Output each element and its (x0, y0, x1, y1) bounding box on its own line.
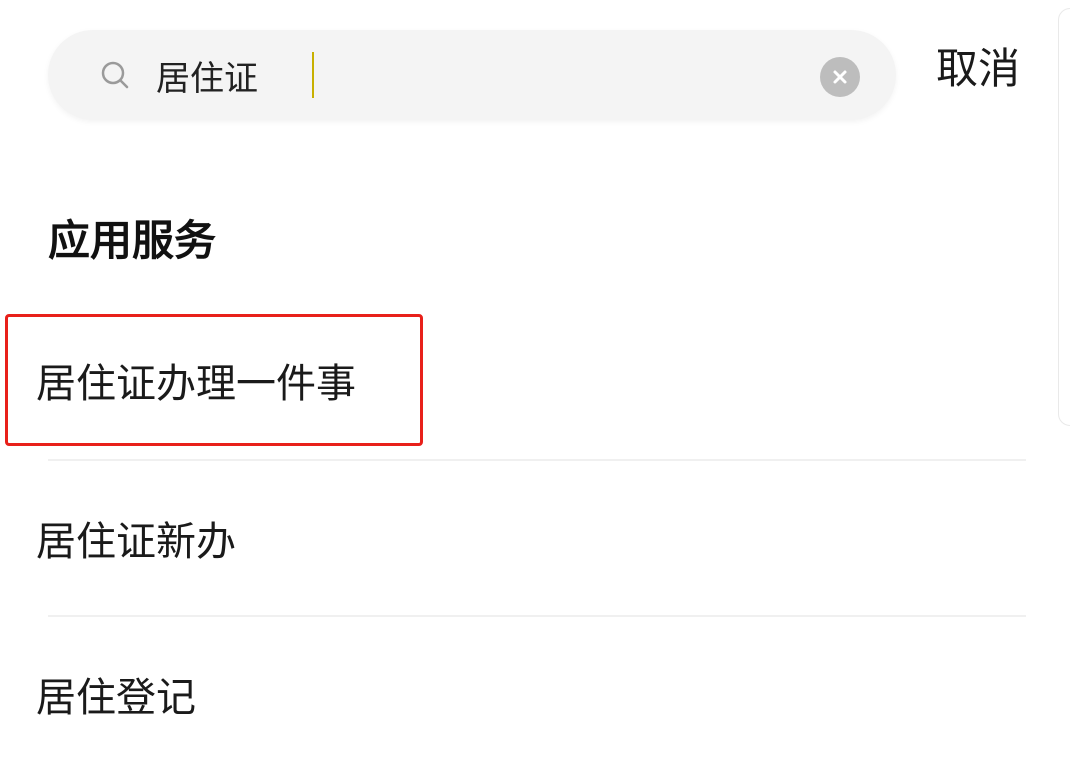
divider (48, 615, 1026, 617)
search-bar[interactable] (48, 30, 896, 120)
divider (48, 459, 1026, 461)
result-item-residence-registration[interactable]: 居住登记 (36, 676, 196, 720)
search-page: 取消 应用服务 居住证办理一件事 居住证新办 居住登记 (0, 0, 1070, 771)
search-input[interactable] (156, 48, 756, 102)
side-panel-edge (1058, 8, 1070, 426)
section-title: 应用服务 (48, 216, 217, 265)
result-item-residence-permit-new[interactable]: 居住证新办 (36, 520, 236, 564)
cancel-button[interactable]: 取消 (936, 48, 1020, 90)
search-icon (101, 61, 129, 89)
text-cursor (312, 52, 314, 98)
highlight-box (5, 314, 423, 446)
clear-icon[interactable] (820, 57, 860, 97)
